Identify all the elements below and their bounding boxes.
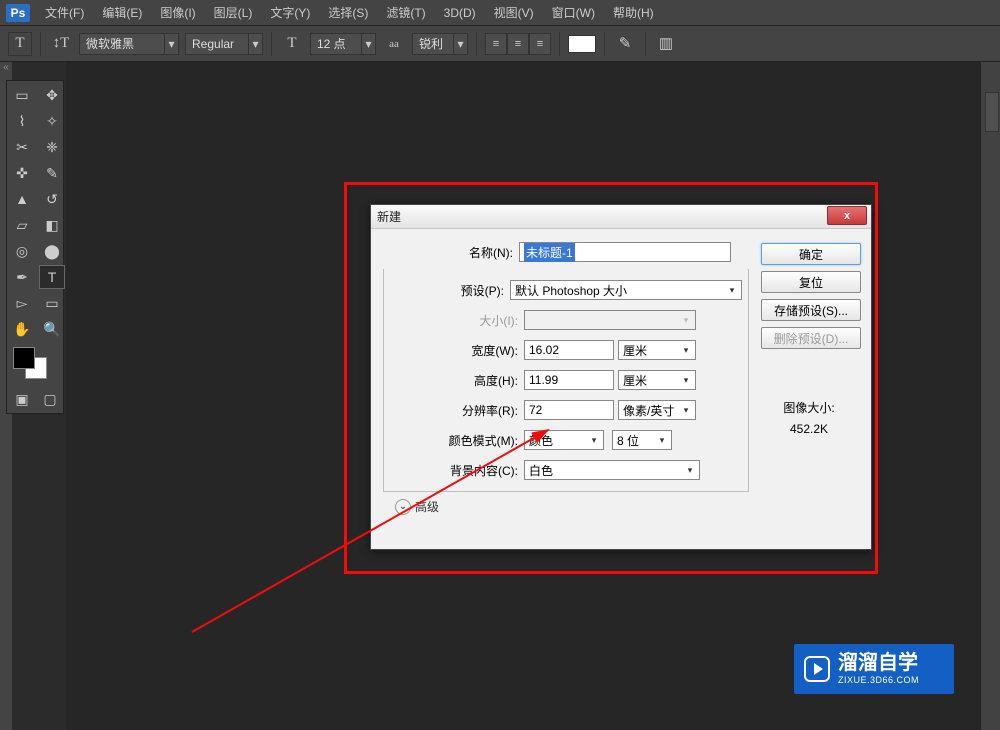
lasso-tool-icon[interactable]: ⌇ bbox=[9, 109, 35, 133]
menu-type[interactable]: 文字(Y) bbox=[261, 0, 319, 26]
antialias-dropdown[interactable]: 锐利▾ bbox=[412, 33, 468, 55]
text-color-swatch[interactable] bbox=[568, 35, 596, 53]
crop-tool-icon[interactable]: ✂ bbox=[9, 135, 35, 159]
delete-preset-button: 删除预设(D)... bbox=[761, 327, 861, 349]
align-center-icon[interactable]: ≡ bbox=[507, 33, 529, 55]
resolution-input[interactable] bbox=[524, 400, 614, 420]
color-swatches[interactable] bbox=[9, 343, 67, 383]
dialog-titlebar[interactable]: 新建 x bbox=[371, 205, 871, 229]
foreground-swatch[interactable] bbox=[13, 347, 35, 369]
name-label: 名称(N): bbox=[379, 244, 519, 261]
width-input[interactable] bbox=[524, 340, 614, 360]
color-mode-label: 颜色模式(M): bbox=[384, 432, 524, 449]
move-tool-icon[interactable]: ✥ bbox=[39, 83, 65, 107]
menu-edit[interactable]: 编辑(E) bbox=[93, 0, 151, 26]
brush-tool-icon[interactable]: ✎ bbox=[39, 161, 65, 185]
stamp-tool-icon[interactable]: ▲ bbox=[9, 187, 35, 211]
eraser-tool-icon[interactable]: ▱ bbox=[9, 213, 35, 237]
height-unit-dropdown[interactable]: 厘米▾ bbox=[618, 370, 696, 390]
options-bar: T ↕T 微软雅黑▾ Regular▾ T 12 点▾ aa 锐利▾ ≡ ≡ ≡… bbox=[0, 26, 1000, 62]
menu-layer[interactable]: 图层(L) bbox=[205, 0, 262, 26]
name-input[interactable]: 未标题-1 bbox=[519, 242, 731, 262]
menu-select[interactable]: 选择(S) bbox=[319, 0, 377, 26]
history-brush-tool-icon[interactable]: ↺ bbox=[39, 187, 65, 211]
height-input[interactable] bbox=[524, 370, 614, 390]
antialias-icon: aa bbox=[382, 32, 406, 56]
screenmode-icon[interactable]: ▢ bbox=[37, 387, 63, 411]
watermark-url: ZIXUE.3D66.COM bbox=[838, 675, 919, 685]
text-align-group: ≡ ≡ ≡ bbox=[485, 33, 551, 55]
magic-wand-tool-icon[interactable]: ✧ bbox=[39, 109, 65, 133]
align-left-icon[interactable]: ≡ bbox=[485, 33, 507, 55]
panel-toggle-icon[interactable]: ▥ bbox=[654, 32, 678, 56]
menu-bar: Ps 文件(F) 编辑(E) 图像(I) 图层(L) 文字(Y) 选择(S) 滤… bbox=[0, 0, 1000, 26]
background-dropdown[interactable]: 白色▾ bbox=[524, 460, 700, 480]
preset-dropdown[interactable]: 默认 Photoshop 大小▾ bbox=[510, 280, 742, 300]
menu-image[interactable]: 图像(I) bbox=[151, 0, 204, 26]
healing-tool-icon[interactable]: ✜ bbox=[9, 161, 35, 185]
path-select-tool-icon[interactable]: ▻ bbox=[9, 291, 35, 315]
background-label: 背景内容(C): bbox=[384, 462, 524, 479]
type-tool-icon[interactable]: T bbox=[39, 265, 65, 289]
eyedropper-tool-icon[interactable]: ❈ bbox=[39, 135, 65, 159]
menu-window[interactable]: 窗口(W) bbox=[543, 0, 604, 26]
resolution-label: 分辨率(R): bbox=[384, 402, 524, 419]
save-preset-button[interactable]: 存储预设(S)... bbox=[761, 299, 861, 321]
app-logo: Ps bbox=[6, 4, 30, 22]
width-label: 宽度(W): bbox=[384, 342, 524, 359]
dialog-title: 新建 bbox=[377, 208, 401, 225]
warp-text-icon[interactable]: ✎ bbox=[613, 32, 637, 56]
menu-filter[interactable]: 滤镜(T) bbox=[377, 0, 434, 26]
preset-label: 预设(P): bbox=[384, 282, 510, 299]
pen-tool-icon[interactable]: ✒ bbox=[9, 265, 35, 289]
text-orientation-icon[interactable]: ↕T bbox=[49, 32, 73, 56]
blur-tool-icon[interactable]: ◎ bbox=[9, 239, 35, 263]
menu-file[interactable]: 文件(F) bbox=[36, 0, 93, 26]
image-size-value: 452.2K bbox=[761, 422, 857, 436]
play-icon bbox=[804, 656, 830, 682]
size-dropdown: ▾ bbox=[524, 310, 696, 330]
quickmask-icon[interactable]: ▣ bbox=[9, 387, 35, 411]
close-icon[interactable]: x bbox=[827, 206, 867, 225]
font-size-icon: T bbox=[280, 32, 304, 56]
image-size-section: 图像大小: 452.2K bbox=[761, 399, 857, 436]
shape-tool-icon[interactable]: ▭ bbox=[39, 291, 65, 315]
gradient-tool-icon[interactable]: ◧ bbox=[39, 213, 65, 237]
size-label: 大小(I): bbox=[384, 312, 524, 329]
bit-depth-dropdown[interactable]: 8 位▾ bbox=[612, 430, 672, 450]
width-unit-dropdown[interactable]: 厘米▾ bbox=[618, 340, 696, 360]
resolution-unit-dropdown[interactable]: 像素/英寸▾ bbox=[618, 400, 696, 420]
chevron-down-icon: ⌄ bbox=[395, 499, 411, 515]
image-size-heading: 图像大小: bbox=[761, 399, 857, 416]
toolbox: ▭ ✥ ⌇ ✧ ✂ ❈ ✜ ✎ ▲ ↺ ▱ ◧ ◎ ⬤ ✒ T ▻ ▭ ✋ 🔍 … bbox=[6, 80, 64, 414]
menu-view[interactable]: 视图(V) bbox=[485, 0, 543, 26]
font-size-dropdown[interactable]: 12 点▾ bbox=[310, 33, 376, 55]
watermark-badge: 溜溜自学 ZIXUE.3D66.COM bbox=[794, 644, 954, 694]
right-panel-dock[interactable] bbox=[980, 62, 1000, 730]
font-style-dropdown[interactable]: Regular▾ bbox=[185, 33, 263, 55]
ok-button[interactable]: 确定 bbox=[761, 243, 861, 265]
advanced-toggle[interactable]: ⌄ 高级 bbox=[395, 498, 753, 515]
menu-3d[interactable]: 3D(D) bbox=[435, 0, 485, 26]
new-document-dialog: 新建 x 名称(N): 未标题-1 预设(P): 默认 Photoshop 大小… bbox=[370, 204, 872, 550]
dodge-tool-icon[interactable]: ⬤ bbox=[39, 239, 65, 263]
height-label: 高度(H): bbox=[384, 372, 524, 389]
menu-help[interactable]: 帮助(H) bbox=[604, 0, 663, 26]
zoom-tool-icon[interactable]: 🔍 bbox=[39, 317, 65, 341]
hand-tool-icon[interactable]: ✋ bbox=[9, 317, 35, 341]
reset-button[interactable]: 复位 bbox=[761, 271, 861, 293]
align-right-icon[interactable]: ≡ bbox=[529, 33, 551, 55]
color-mode-dropdown[interactable]: 颜色▾ bbox=[524, 430, 604, 450]
font-family-dropdown[interactable]: 微软雅黑▾ bbox=[79, 33, 179, 55]
marquee-tool-icon[interactable]: ▭ bbox=[9, 83, 35, 107]
tool-indicator-type-icon: T bbox=[8, 32, 32, 56]
watermark-brand: 溜溜自学 bbox=[838, 653, 919, 673]
